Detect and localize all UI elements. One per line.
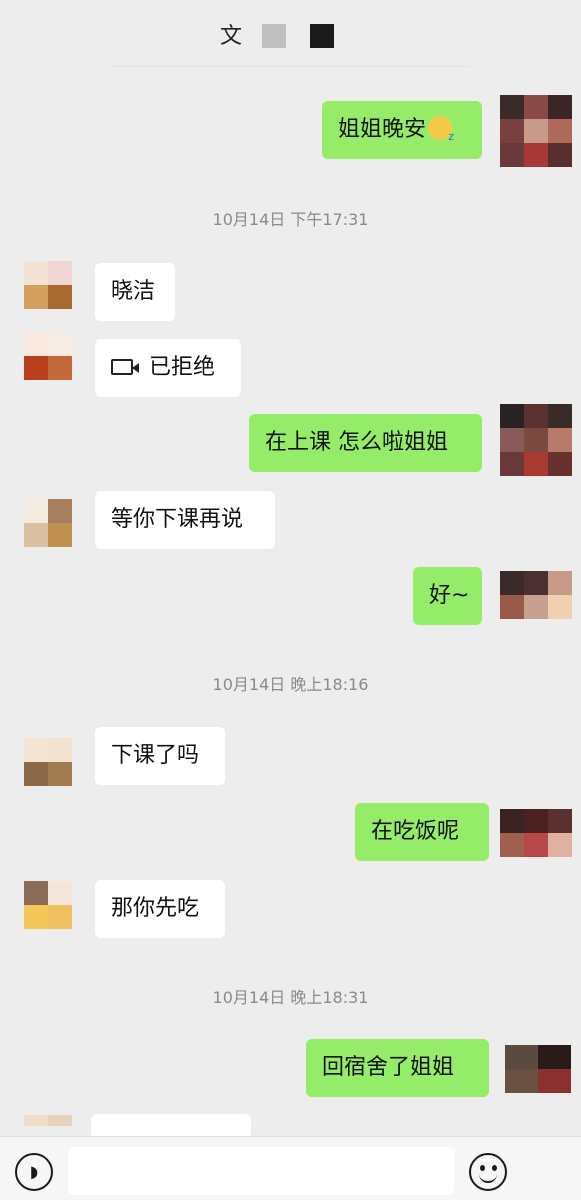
input-bar: ◗ xyxy=(0,1136,581,1200)
avatar-self[interactable] xyxy=(505,1045,571,1093)
voice-icon[interactable]: ◗ xyxy=(15,1153,53,1191)
video-call-icon xyxy=(111,359,139,375)
sleeping-face-icon xyxy=(428,108,454,166)
message-bubble-in[interactable]: 下课了吗 xyxy=(95,727,225,785)
avatar-self[interactable] xyxy=(500,404,572,476)
emoji-icon[interactable] xyxy=(469,1153,507,1191)
timestamp: 10月14日 晚上18:16 xyxy=(212,675,369,694)
message-text: 那你先吃 xyxy=(111,896,200,921)
timestamp: 10月14日 下午17:31 xyxy=(212,210,369,229)
message-bubble-out[interactable]: 回宿舍了姐姐 xyxy=(306,1039,489,1097)
avatar-contact[interactable] xyxy=(24,881,72,929)
avatar-self[interactable] xyxy=(500,571,572,619)
message-bubble-in[interactable]: 那你先吃 xyxy=(95,880,225,938)
avatar-contact[interactable] xyxy=(24,261,72,309)
avatar-self[interactable] xyxy=(500,95,572,167)
message-text: 已拒绝 xyxy=(149,355,216,380)
message-text: 下课了吗 xyxy=(111,743,200,768)
message-input[interactable] xyxy=(68,1147,454,1195)
avatar-contact[interactable] xyxy=(24,499,72,547)
message-text: 在吃饭呢 xyxy=(371,819,460,844)
message-bubble-in[interactable]: 等你下课再说 xyxy=(95,491,275,549)
message-text: 回宿舍了姐姐 xyxy=(322,1055,455,1080)
message-bubble-out[interactable]: 好~ xyxy=(413,567,482,625)
message-text: 姐姐晚安 xyxy=(338,117,427,142)
timestamp: 10月14日 晚上18:31 xyxy=(212,988,369,1007)
message-text: 好~ xyxy=(429,583,470,608)
redacted-block-black xyxy=(310,24,334,48)
message-text: 晓洁 xyxy=(111,279,156,304)
avatar-contact[interactable] xyxy=(24,332,72,380)
message-bubble-out[interactable]: 在上课 怎么啦姐姐 xyxy=(249,414,482,472)
chat-header: 文 xyxy=(0,0,581,70)
message-bubble-out[interactable]: 姐姐晚安 xyxy=(322,101,482,166)
avatar-contact[interactable] xyxy=(24,738,72,786)
message-text: 等你下课再说 xyxy=(111,507,244,532)
message-bubble-in[interactable]: 已拒绝 xyxy=(95,339,241,397)
avatar-contact[interactable] xyxy=(24,1115,72,1137)
message-text: 在上课 怎么啦姐姐 xyxy=(265,430,448,455)
message-bubble-in[interactable] xyxy=(91,1114,251,1138)
header-divider xyxy=(110,66,470,67)
avatar-self[interactable] xyxy=(500,809,572,857)
message-bubble-in[interactable]: 晓洁 xyxy=(95,263,175,321)
chat-title: 文 xyxy=(220,24,243,49)
message-bubble-out[interactable]: 在吃饭呢 xyxy=(355,803,489,861)
redacted-block-gray xyxy=(262,24,286,48)
